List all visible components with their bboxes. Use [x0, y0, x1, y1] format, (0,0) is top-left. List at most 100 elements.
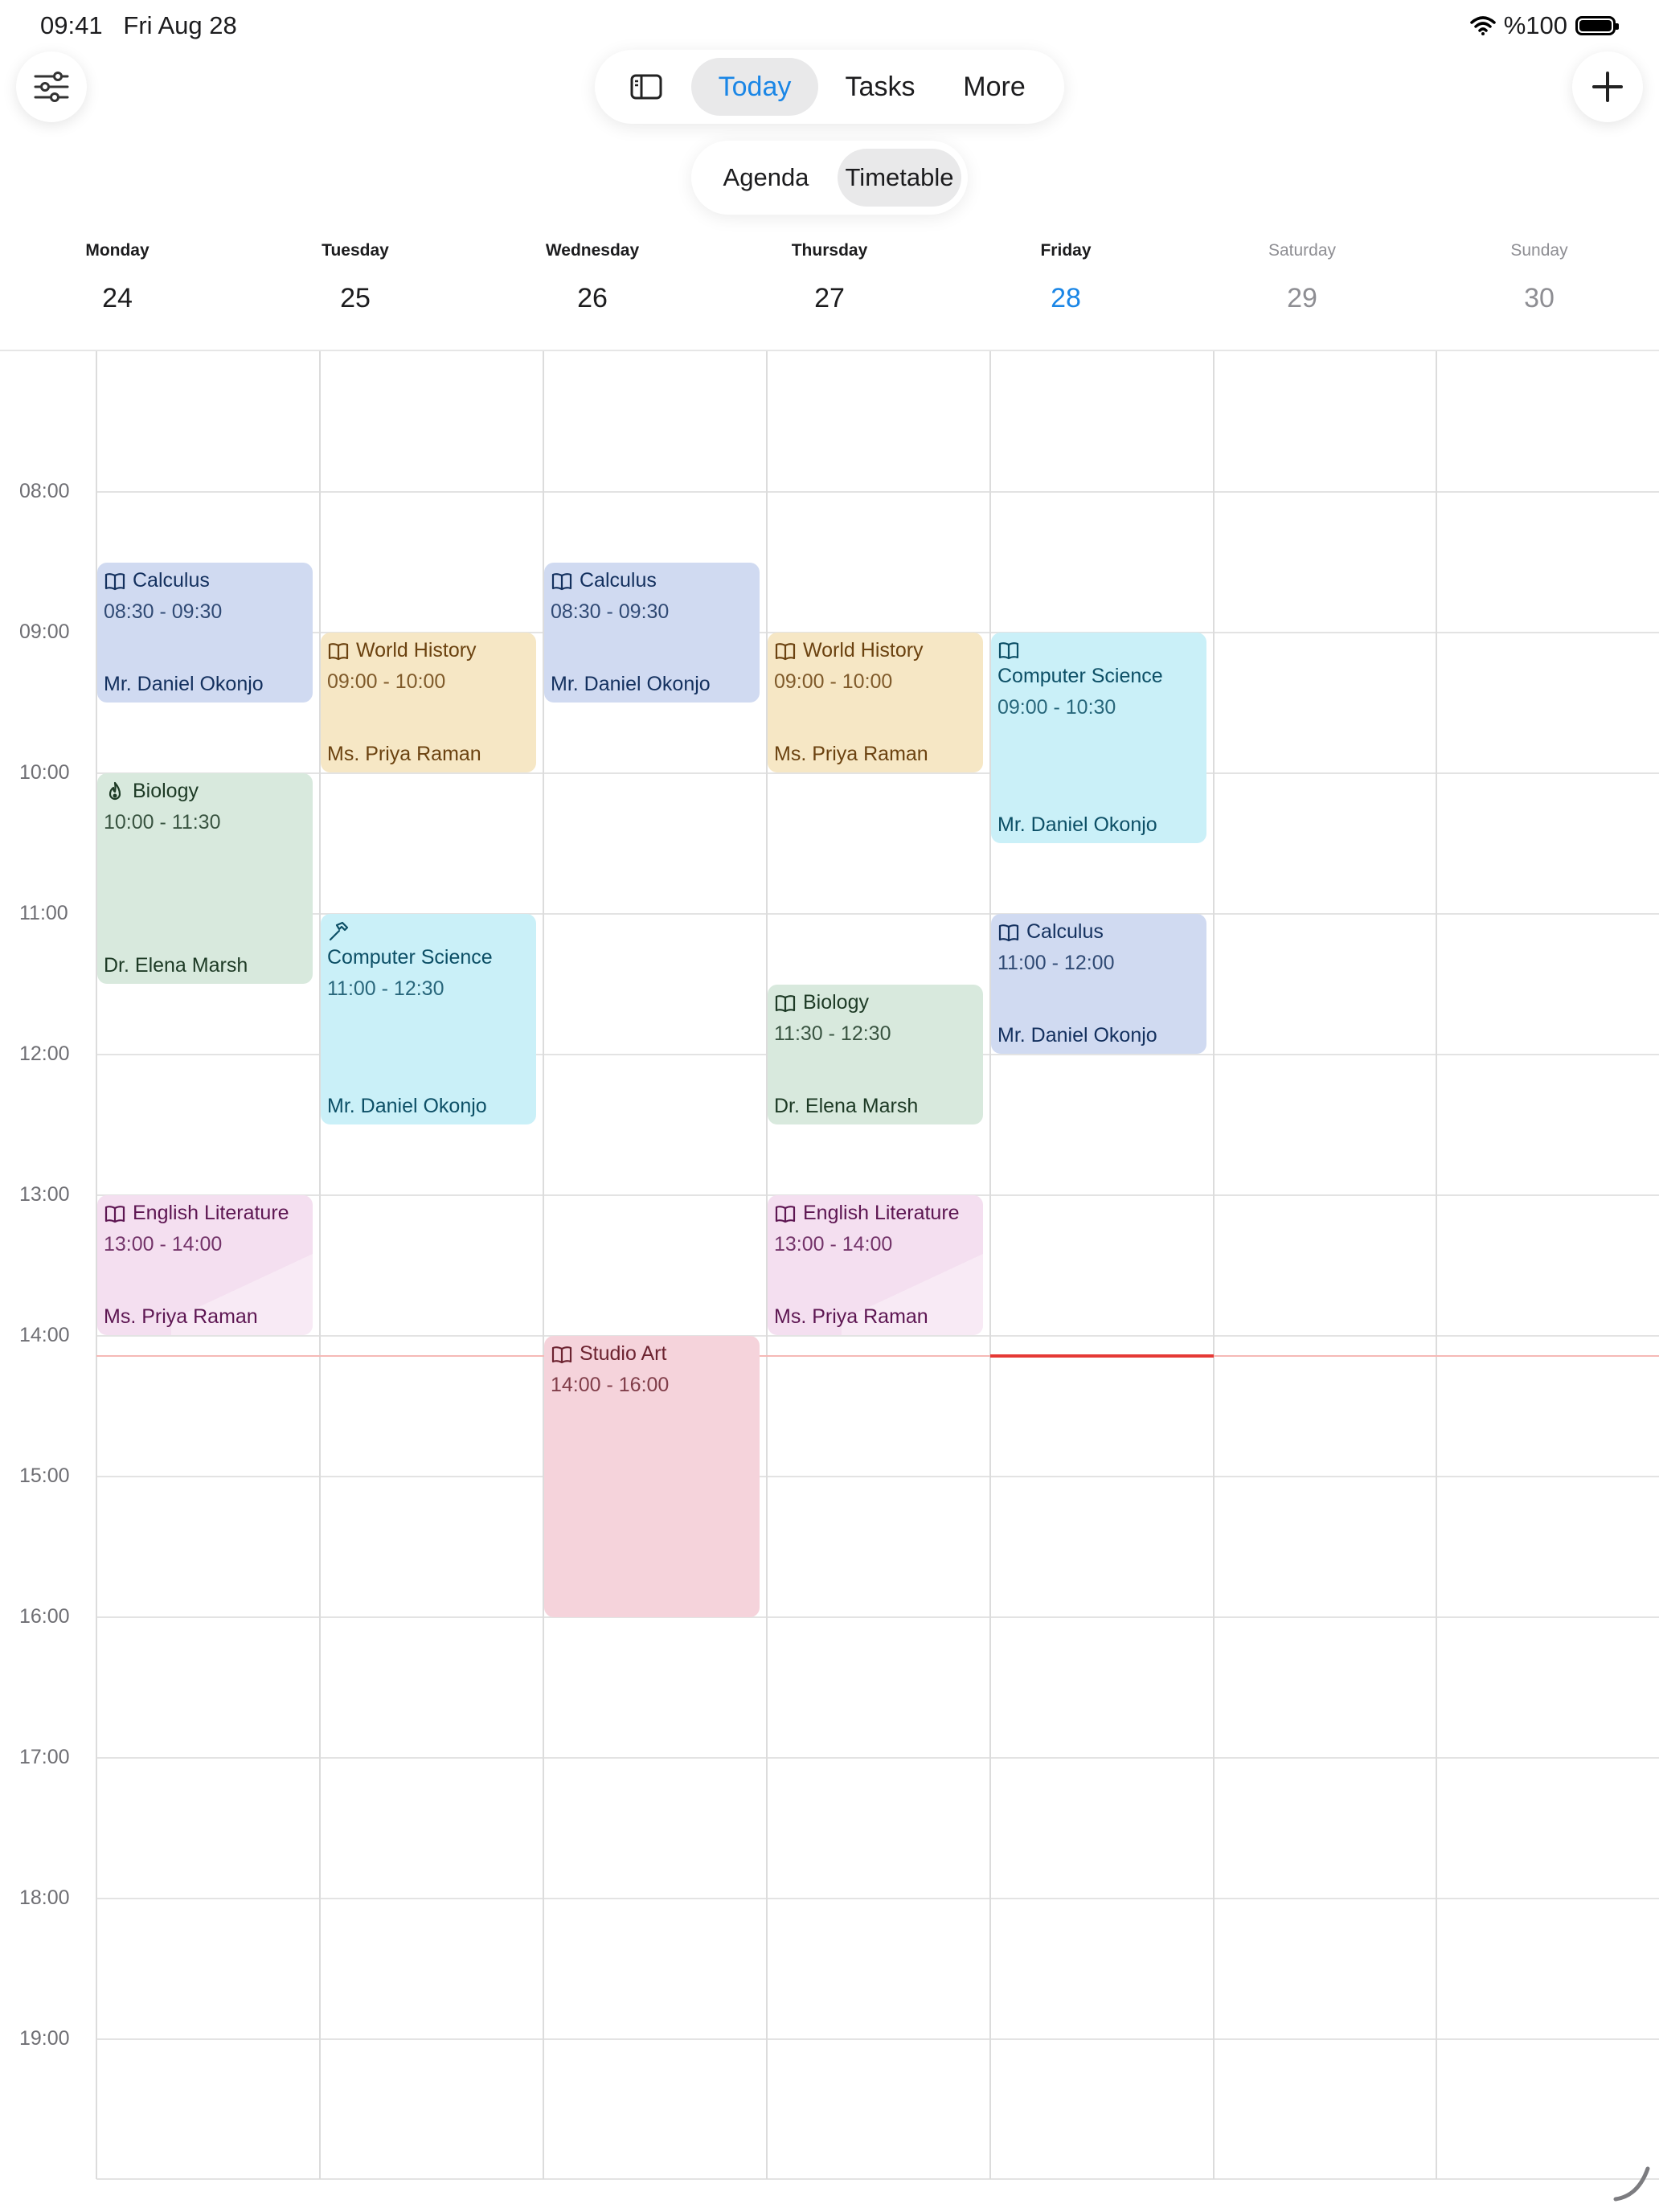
event-title-row: Calculus — [997, 920, 1200, 944]
view-timetable[interactable]: Timetable — [838, 149, 961, 207]
day-header-sunday[interactable]: Sunday 30 — [1459, 241, 1620, 314]
wifi-icon — [1469, 16, 1496, 35]
status-date: Fri Aug 28 — [123, 11, 237, 39]
event-teacher: Mr. Daniel Okonjo — [997, 1024, 1157, 1047]
event-title-row: English Literature — [774, 1202, 977, 1225]
event-biology[interactable]: Biology 11:30 - 12:30 Dr. Elena Marsh — [768, 985, 983, 1124]
event-computer-science[interactable]: Computer Science 11:00 - 12:30 Mr. Danie… — [321, 914, 536, 1124]
top-navigation: Today Tasks More — [595, 50, 1064, 124]
hour-label: 14:00 — [19, 1324, 70, 1346]
event-studio-art[interactable]: Studio Art 14:00 - 16:00 — [544, 1336, 760, 1617]
event-title: English Literature — [803, 1202, 960, 1224]
hour-line — [96, 772, 1659, 774]
event-title: Computer Science — [997, 665, 1163, 687]
event-title: Studio Art — [580, 1342, 667, 1365]
event-teacher: Mr. Daniel Okonjo — [104, 673, 264, 695]
event-time: 14:00 - 16:00 — [551, 1374, 670, 1396]
hammer-icon — [329, 921, 349, 941]
event-time: 08:30 - 09:30 — [551, 600, 670, 623]
sidebar-icon — [630, 74, 662, 100]
event-title-row: World History — [774, 639, 977, 662]
book-icon — [551, 572, 572, 590]
hour-line — [96, 1616, 1659, 1618]
book-icon — [104, 572, 125, 590]
event-time: 10:00 - 11:30 — [104, 811, 221, 834]
event-teacher: Dr. Elena Marsh — [104, 954, 248, 977]
current-time-today-marker — [990, 1354, 1214, 1358]
hour-label: 19:00 — [19, 2027, 70, 2050]
current-time-line — [96, 1355, 1659, 1357]
event-title: English Literature — [133, 1202, 289, 1224]
event-title-row: Calculus — [551, 569, 753, 592]
event-teacher: Mr. Daniel Okonjo — [551, 673, 711, 695]
day-name: Monday — [85, 241, 150, 260]
hour-label: 16:00 — [19, 1605, 70, 1628]
event-calculus[interactable]: Calculus 08:30 - 09:30 Mr. Daniel Okonjo — [544, 563, 760, 703]
day-header-monday[interactable]: Monday 24 — [37, 241, 198, 314]
hour-line — [96, 491, 1659, 493]
hour-label: 17:00 — [19, 1746, 70, 1768]
tab-more[interactable]: More — [942, 58, 1047, 116]
event-english-literature[interactable]: English Literature 13:00 - 14:00 Ms. Pri… — [97, 1195, 313, 1335]
event-title-row: English Literature — [104, 1202, 306, 1225]
hour-line — [96, 2178, 1659, 2180]
event-time: 09:00 - 10:00 — [774, 670, 893, 693]
book-icon — [998, 924, 1019, 941]
hour-label: 08:00 — [19, 480, 70, 502]
add-button[interactable] — [1572, 51, 1643, 122]
book-icon — [775, 642, 796, 660]
settings-button[interactable] — [16, 51, 87, 122]
day-divider — [1213, 351, 1215, 2179]
day-header-wednesday[interactable]: Wednesday 26 — [512, 241, 673, 314]
day-name: Saturday — [1268, 241, 1337, 260]
sidebar-toggle-button[interactable] — [611, 58, 682, 116]
event-world-history[interactable]: World History 09:00 - 10:00 Ms. Priya Ra… — [321, 633, 536, 772]
event-title-row: Biology — [104, 780, 306, 803]
event-teacher: Ms. Priya Raman — [104, 1305, 258, 1328]
day-name: Tuesday — [322, 241, 389, 260]
event-calculus[interactable]: Calculus 11:00 - 12:00 Mr. Daniel Okonjo — [991, 914, 1206, 1054]
day-number: 30 — [1524, 283, 1555, 313]
hour-line — [96, 1335, 1659, 1337]
tab-tasks[interactable]: Tasks — [828, 58, 932, 116]
event-title: Calculus — [133, 569, 210, 592]
event-time: 09:00 - 10:00 — [327, 670, 446, 693]
hour-label: 15:00 — [19, 1464, 70, 1487]
hour-label: 11:00 — [19, 902, 68, 924]
day-number: 26 — [577, 283, 608, 313]
day-header-saturday[interactable]: Saturday 29 — [1222, 241, 1382, 314]
event-time: 11:00 - 12:00 — [997, 952, 1115, 974]
day-header-thursday[interactable]: Thursday 27 — [749, 241, 910, 314]
event-time: 08:30 - 09:30 — [104, 600, 223, 623]
hour-label: 10:00 — [19, 761, 70, 784]
hour-line — [96, 2038, 1659, 2040]
battery-percent: %100 — [1503, 11, 1567, 39]
plus-icon — [1592, 72, 1623, 102]
day-name: Sunday — [1510, 241, 1568, 260]
status-bar-time-date: 09:41 Fri Aug 28 — [40, 11, 237, 40]
event-teacher: Mr. Daniel Okonjo — [327, 1095, 487, 1117]
status-bar-right: %100 — [1469, 11, 1619, 40]
event-world-history[interactable]: World History 09:00 - 10:00 Ms. Priya Ra… — [768, 633, 983, 772]
tab-today[interactable]: Today — [691, 58, 818, 116]
event-title: Calculus — [1026, 920, 1104, 943]
hour-line — [96, 1898, 1659, 1899]
day-divider — [1436, 351, 1437, 2179]
view-agenda[interactable]: Agenda — [699, 149, 833, 207]
event-biology[interactable]: Biology 10:00 - 11:30 Dr. Elena Marsh — [97, 773, 313, 984]
event-title-row: World History — [327, 639, 530, 662]
day-header-tuesday[interactable]: Tuesday 25 — [275, 241, 436, 314]
day-number: 24 — [102, 283, 133, 313]
event-computer-science[interactable]: Computer Science 09:00 - 10:30 Mr. Danie… — [991, 633, 1206, 843]
day-number: 25 — [340, 283, 371, 313]
event-title: Calculus — [580, 569, 657, 592]
day-number-today: 28 — [1051, 283, 1081, 313]
day-header-friday[interactable]: Friday 28 — [985, 241, 1146, 314]
event-time: 13:00 - 14:00 — [774, 1233, 893, 1256]
event-calculus[interactable]: Calculus 08:30 - 09:30 Mr. Daniel Okonjo — [97, 563, 313, 703]
flame-icon — [109, 781, 121, 800]
event-english-literature[interactable]: English Literature 13:00 - 14:00 Ms. Pri… — [768, 1195, 983, 1335]
view-switcher: Agenda Timetable — [691, 141, 968, 215]
day-name: Friday — [1040, 241, 1092, 260]
scroll-indicator[interactable] — [1612, 2164, 1653, 2204]
